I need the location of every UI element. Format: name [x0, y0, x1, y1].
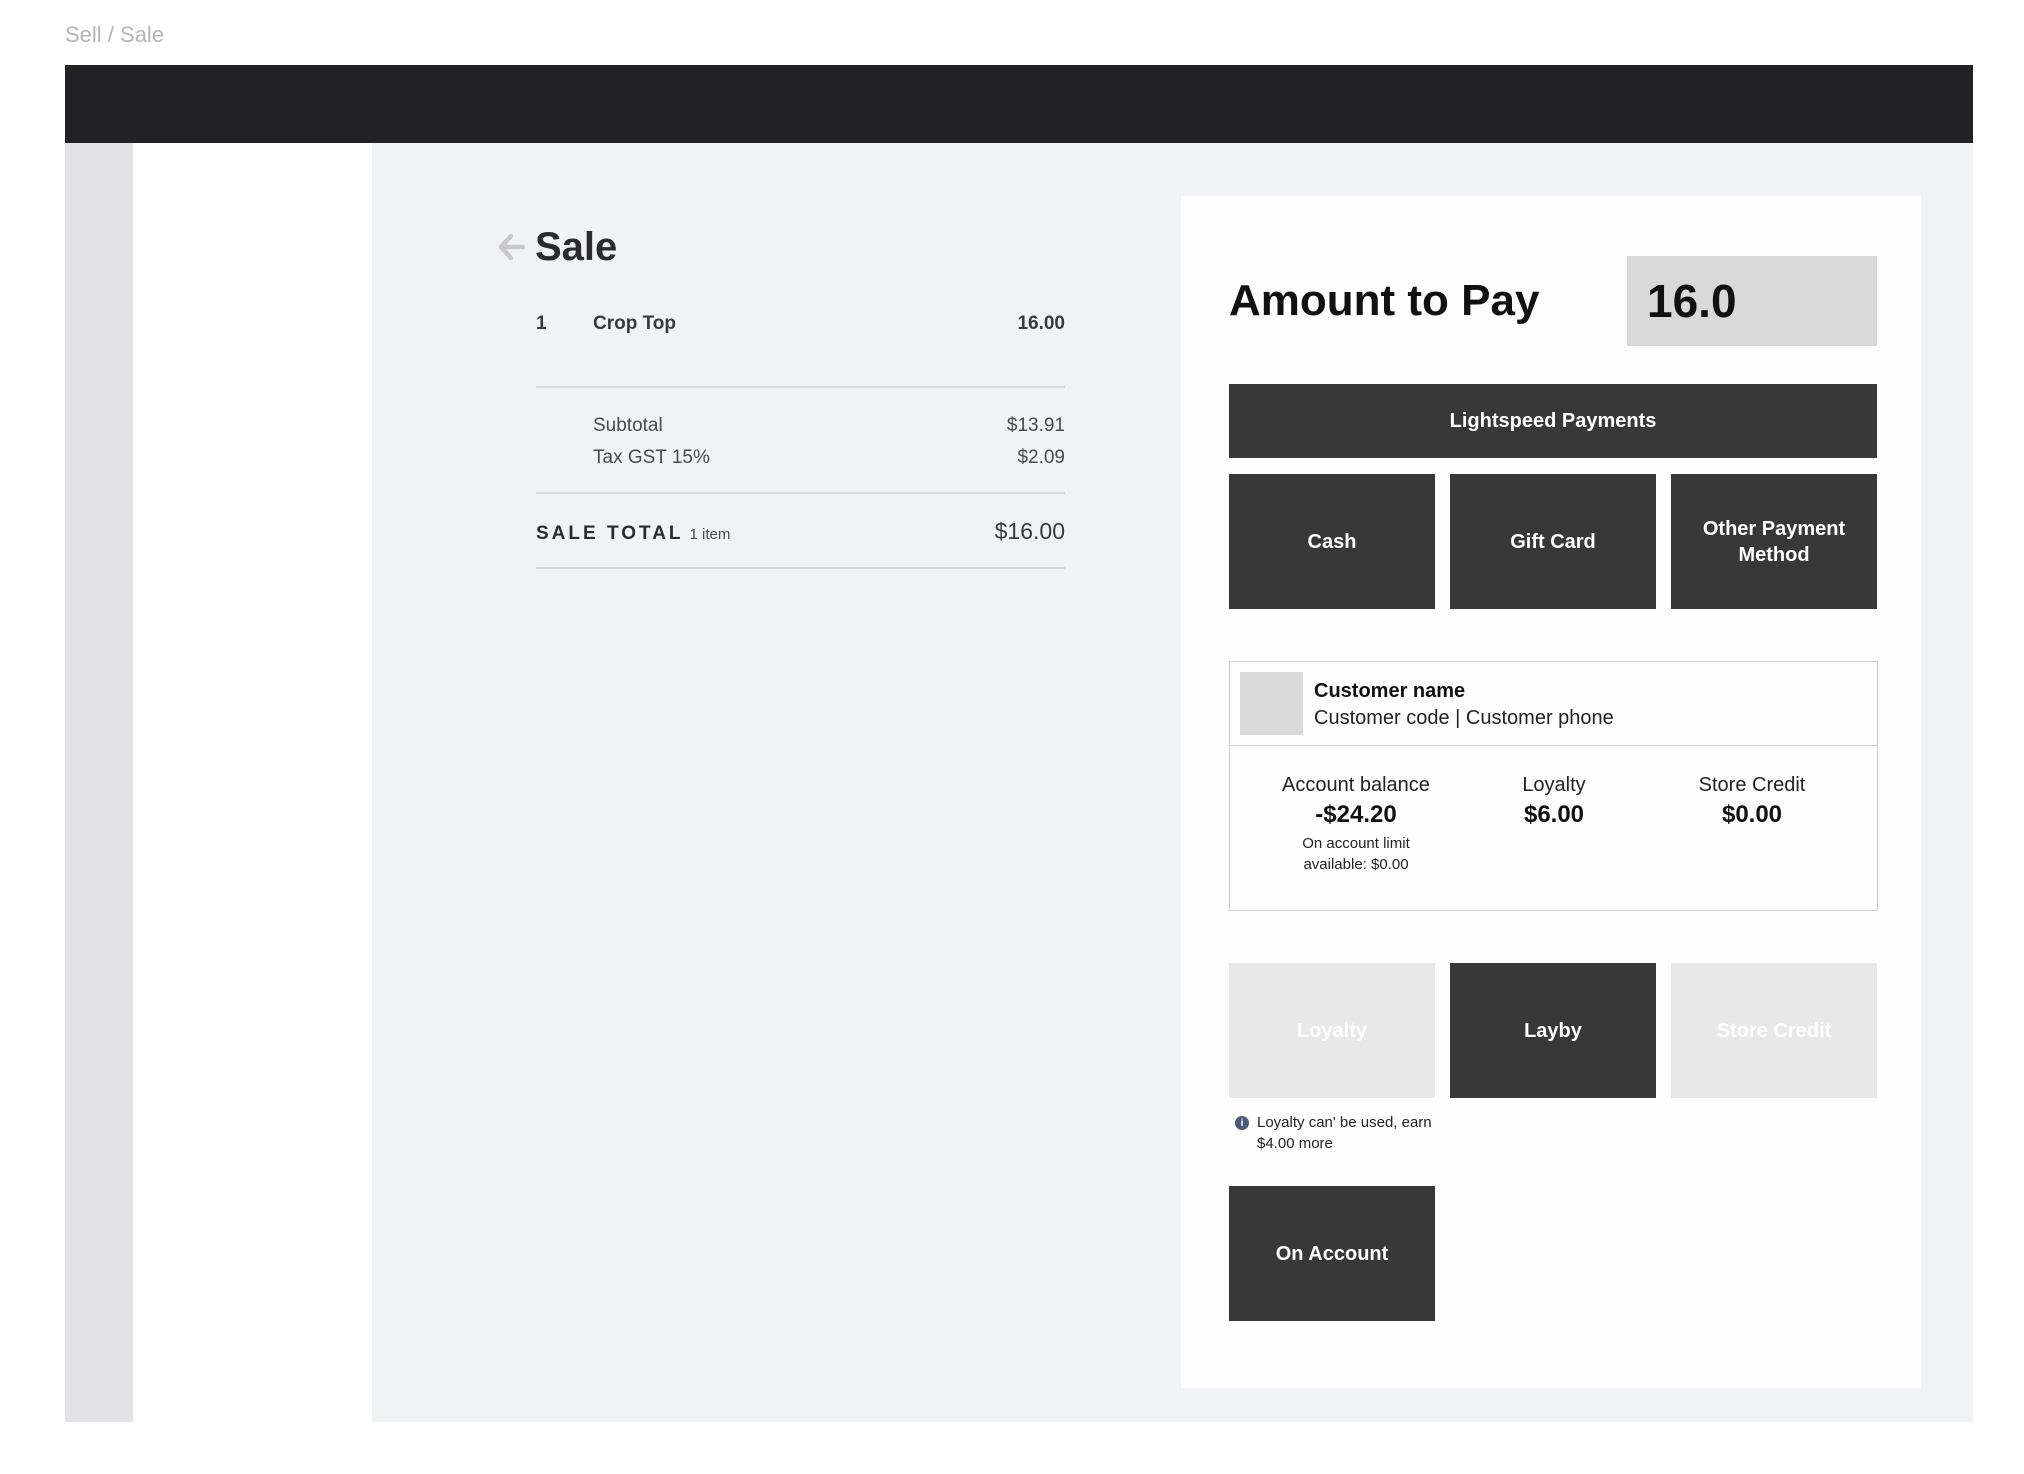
store-credit-stat: Store Credit $0.00 — [1652, 774, 1852, 829]
sale-panel: Sale 1 Crop Top 16.00 Subtotal $13.91 Ta… — [493, 222, 1065, 569]
info-icon: i — [1235, 1116, 1249, 1130]
account-balance-stat: Account balance -$24.20 On account limit… — [1256, 774, 1456, 875]
amount-to-pay-input[interactable]: 16.0 — [1627, 256, 1877, 346]
subtotal-label: Subtotal — [593, 415, 663, 436]
loyalty-info-note: i Loyalty can' be used, earn $4.00 more — [1229, 1112, 1444, 1154]
customer-header[interactable]: Customer name Customer code | Customer p… — [1230, 662, 1877, 746]
line-item-qty: 1 — [536, 313, 547, 334]
layby-button[interactable]: Layby — [1450, 963, 1656, 1098]
subtotal-value: $13.91 — [1006, 415, 1065, 436]
avatar — [1240, 672, 1303, 735]
line-item[interactable]: 1 Crop Top 16.00 — [536, 313, 1065, 335]
amount-to-pay-label: Amount to Pay — [1229, 276, 1540, 325]
loyalty-info-text: Loyalty can' be used, earn $4.00 more — [1257, 1114, 1432, 1152]
sale-total-count: 1 item — [689, 526, 731, 543]
divider — [536, 386, 1065, 388]
account-balance-value: -$24.20 — [1315, 801, 1397, 828]
arrow-left-icon[interactable] — [493, 230, 527, 264]
loyalty-value: $6.00 — [1523, 801, 1585, 828]
tax-row: Tax GST 15% $2.09 — [593, 447, 1065, 469]
line-item-price: 16.00 — [1017, 313, 1065, 334]
gift-card-button[interactable]: Gift Card — [1450, 474, 1656, 609]
tax-value: $2.09 — [1017, 447, 1065, 468]
left-nav-panel — [133, 143, 372, 1422]
divider — [536, 492, 1065, 494]
on-account-button[interactable]: On Account — [1229, 1186, 1435, 1321]
sale-total-text: SALE TOTAL — [536, 523, 684, 544]
sale-total-row: SALE TOTAL 1 item $16.00 — [536, 518, 1065, 545]
loyalty-stat: Loyalty $6.00 — [1454, 774, 1654, 829]
breadcrumb: Sell / Sale — [65, 22, 165, 47]
sale-title: Sale — [535, 224, 618, 269]
store-credit-button[interactable]: Store Credit — [1671, 963, 1877, 1098]
amount-to-pay-value: 16.0 — [1647, 275, 1737, 327]
divider — [536, 567, 1065, 569]
store-credit-value: $0.00 — [1721, 801, 1783, 828]
store-credit-label: Store Credit — [1698, 774, 1806, 796]
left-rail — [65, 143, 133, 1422]
line-item-name: Crop Top — [593, 313, 677, 334]
sale-total-label: SALE TOTAL 1 item — [536, 523, 730, 545]
sale-total-value: $16.00 — [994, 518, 1065, 544]
customer-code-phone: Customer code | Customer phone — [1314, 707, 1614, 729]
cash-button[interactable]: Cash — [1229, 474, 1435, 609]
other-payment-method-button[interactable]: Other Payment Method — [1671, 474, 1877, 609]
account-balance-label: Account balance — [1282, 774, 1430, 796]
customer-stats: Account balance -$24.20 On account limit… — [1230, 746, 1877, 906]
lightspeed-payments-button[interactable]: Lightspeed Payments — [1229, 384, 1877, 458]
loyalty-label: Loyalty — [1522, 774, 1586, 796]
subtotal-row: Subtotal $13.91 — [593, 415, 1065, 437]
payment-panel: Amount to Pay 16.0 Lightspeed Payments C… — [1181, 196, 1921, 1388]
loyalty-button[interactable]: Loyalty — [1229, 963, 1435, 1098]
customer-card: Customer name Customer code | Customer p… — [1229, 661, 1878, 911]
top-bar — [65, 65, 1973, 143]
tax-label: Tax GST 15% — [593, 447, 710, 468]
sale-header: Sale — [493, 222, 1065, 272]
account-limit-note: On account limit available: $0.00 — [1302, 835, 1410, 873]
customer-name: Customer name — [1314, 680, 1466, 702]
